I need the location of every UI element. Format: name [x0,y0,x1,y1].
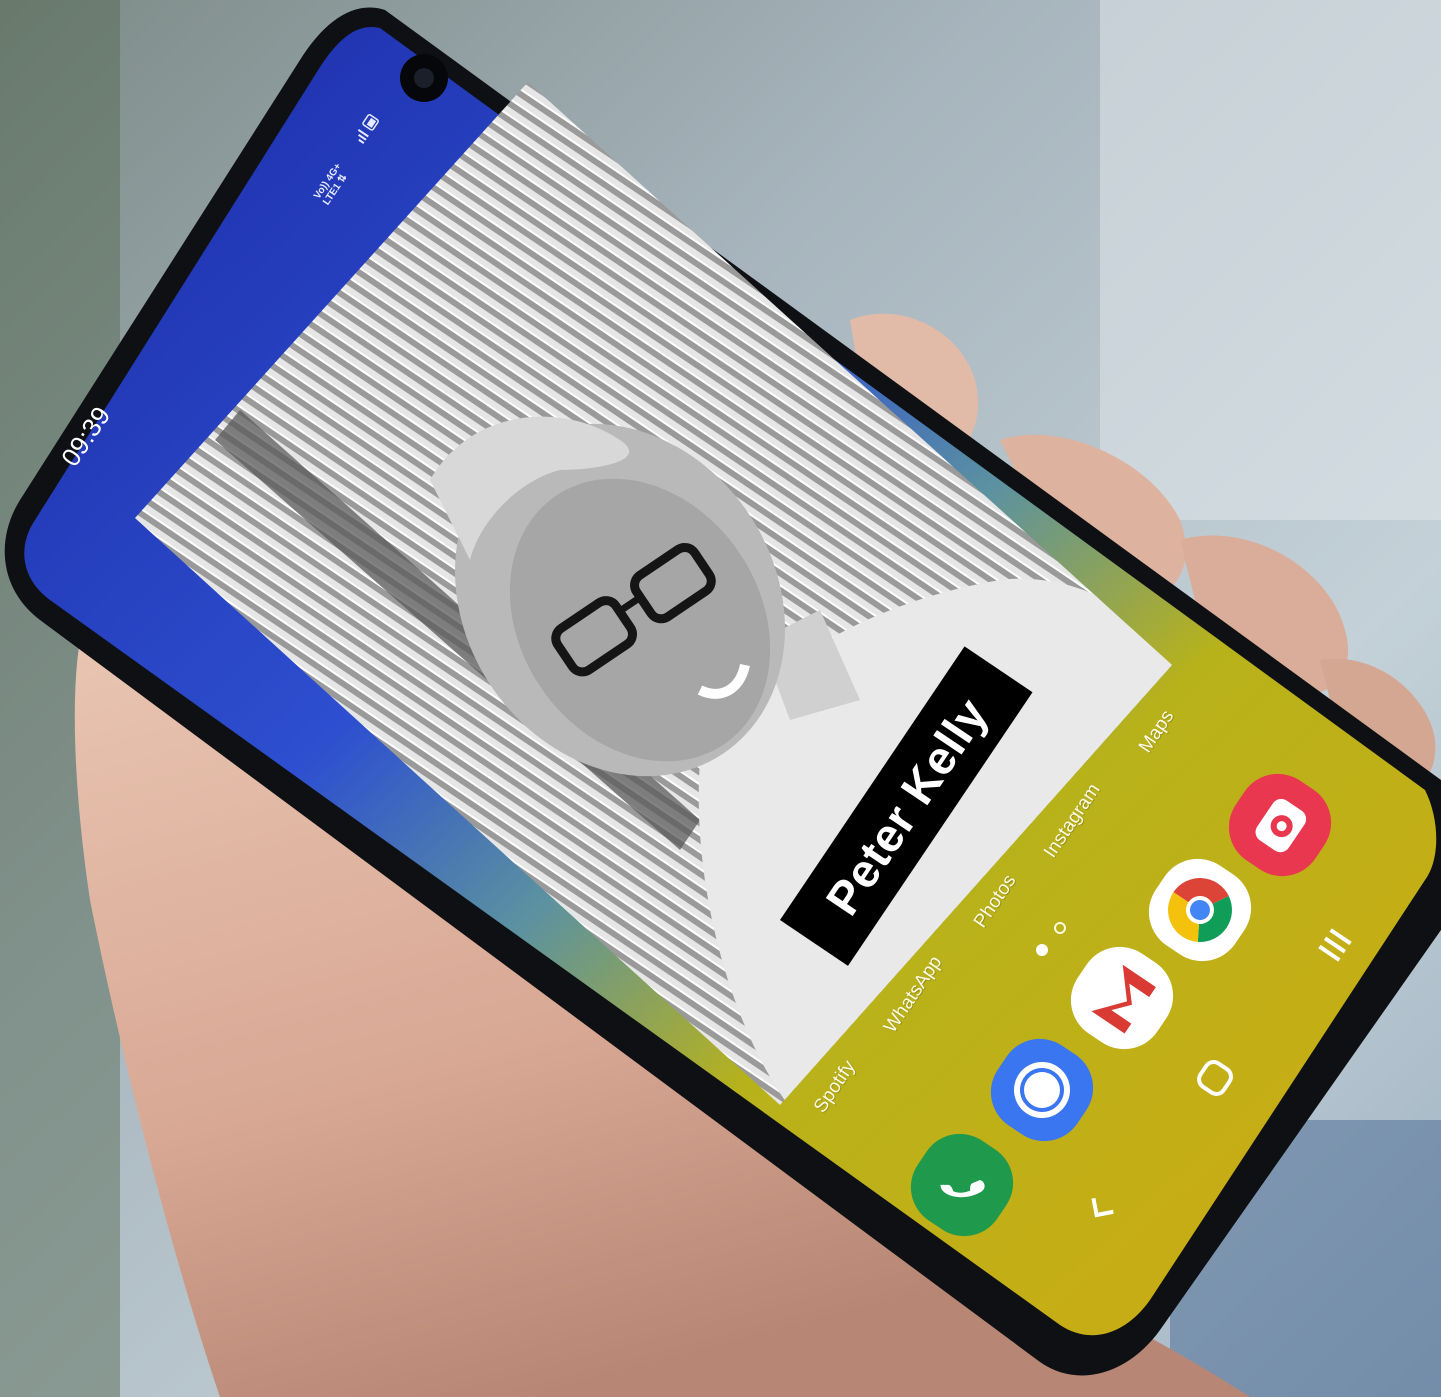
photo-scene [0,0,1441,1397]
page-dot-active [1036,944,1048,956]
background-window [1100,0,1441,520]
